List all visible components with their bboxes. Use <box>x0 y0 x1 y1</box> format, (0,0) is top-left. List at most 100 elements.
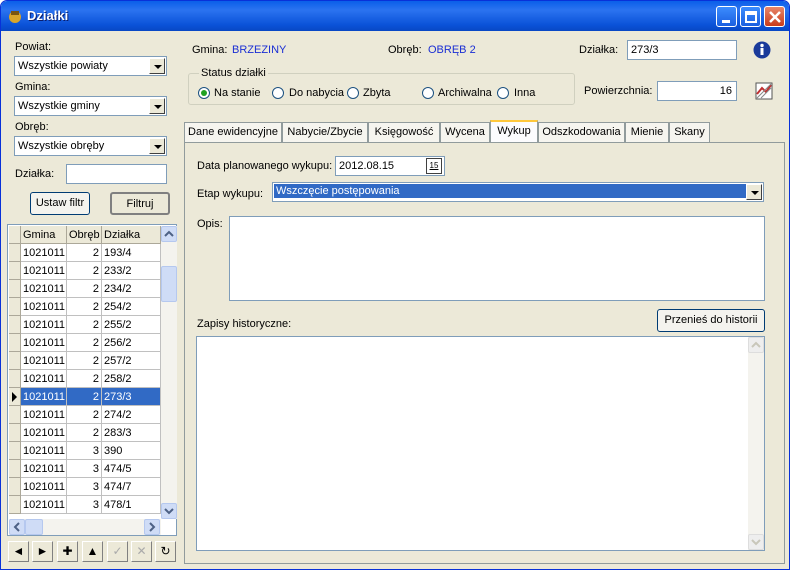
row-header[interactable] <box>9 496 21 514</box>
row-header[interactable] <box>9 424 21 442</box>
cell-dzialka[interactable]: 254/2 <box>102 298 161 316</box>
scroll-right-icon[interactable] <box>144 519 160 535</box>
row-header[interactable] <box>9 262 21 280</box>
table-row[interactable]: 1021011 2 193/4 <box>9 244 161 262</box>
column-header-gmina[interactable]: Gmina <box>21 226 67 244</box>
calendar-icon[interactable]: 15 <box>426 158 442 174</box>
row-header[interactable] <box>9 478 21 496</box>
table-row[interactable]: 1021011 2 256/2 <box>9 334 161 352</box>
cell-obreb[interactable]: 3 <box>67 460 102 478</box>
tab-nabycie-zbycie[interactable]: Nabycie/Zbycie <box>282 122 368 142</box>
cell-dzialka[interactable]: 257/2 <box>102 352 161 370</box>
scroll-down-icon[interactable] <box>748 534 764 550</box>
cell-gmina[interactable]: 1021011 <box>21 406 67 424</box>
scroll-up-icon[interactable] <box>161 226 177 242</box>
cell-obreb[interactable]: 2 <box>67 316 102 334</box>
opis-textarea[interactable] <box>229 216 765 301</box>
first-record-button[interactable]: ◄ <box>8 541 29 562</box>
tab-mienie[interactable]: Mienie <box>625 122 669 142</box>
table-row[interactable]: 1021011 2 233/2 <box>9 262 161 280</box>
cell-gmina[interactable]: 1021011 <box>21 316 67 334</box>
tab-dane-ewidencyjne[interactable]: Dane ewidencyjne <box>184 122 282 142</box>
refresh-button[interactable]: ↻ <box>155 541 176 562</box>
status-radio-zbyta[interactable] <box>347 87 359 99</box>
status-radio-do-nabycia[interactable] <box>272 87 284 99</box>
column-header-dzialka[interactable]: Działka <box>102 226 161 244</box>
cell-gmina[interactable]: 1021011 <box>21 352 67 370</box>
powiat-select[interactable]: Wszystkie powiaty <box>14 56 167 76</box>
vertical-scrollbar[interactable] <box>161 226 177 519</box>
tab-odszkodowania[interactable]: Odszkodowania <box>538 122 625 142</box>
chevron-down-icon[interactable] <box>746 184 762 200</box>
next-record-button[interactable]: ► <box>32 541 53 562</box>
cell-dzialka[interactable]: 234/2 <box>102 280 161 298</box>
status-radio-na-stanie[interactable] <box>198 87 210 99</box>
set-filter-button[interactable]: Ustaw filtr <box>30 192 90 215</box>
row-header[interactable] <box>9 352 21 370</box>
table-row[interactable]: 1021011 3 390 <box>9 442 161 460</box>
table-row[interactable]: 1021011 3 478/1 <box>9 496 161 514</box>
etap-select[interactable]: Wszczęcie postępowania <box>272 182 764 202</box>
cell-obreb[interactable]: 3 <box>67 478 102 496</box>
table-row[interactable]: 1021011 2 254/2 <box>9 298 161 316</box>
maximize-button[interactable] <box>740 6 761 27</box>
title-bar[interactable]: Działki <box>1 1 789 31</box>
row-indicator-icon[interactable] <box>9 388 21 406</box>
scroll-down-icon[interactable] <box>161 503 177 519</box>
cell-dzialka[interactable]: 474/7 <box>102 478 161 496</box>
add-record-button[interactable]: ✚ <box>57 541 78 562</box>
history-textarea[interactable] <box>196 336 765 551</box>
cell-obreb[interactable]: 2 <box>67 406 102 424</box>
cell-dzialka[interactable]: 193/4 <box>102 244 161 262</box>
row-header[interactable] <box>9 316 21 334</box>
table-row[interactable]: 1021011 2 274/2 <box>9 406 161 424</box>
table-row[interactable]: 1021011 3 474/5 <box>9 460 161 478</box>
scroll-left-icon[interactable] <box>9 519 25 535</box>
move-up-button[interactable]: ▲ <box>82 541 103 562</box>
row-header[interactable] <box>9 460 21 478</box>
date-input[interactable]: 2012.08.15 15 <box>335 156 445 176</box>
row-header[interactable] <box>9 244 21 262</box>
scroll-up-icon[interactable] <box>748 337 764 353</box>
cell-gmina[interactable]: 1021011 <box>21 424 67 442</box>
confirm-button[interactable]: ✓ <box>107 541 128 562</box>
obreb-select[interactable]: Wszystkie obręby <box>14 136 167 156</box>
dzialka-filter-input[interactable] <box>66 164 167 184</box>
table-row[interactable]: 1021011 2 234/2 <box>9 280 161 298</box>
chevron-down-icon[interactable] <box>149 98 165 114</box>
cell-obreb[interactable]: 2 <box>67 424 102 442</box>
gmina-select[interactable]: Wszystkie gminy <box>14 96 167 116</box>
cell-gmina[interactable]: 1021011 <box>21 460 67 478</box>
row-header[interactable] <box>9 334 21 352</box>
cell-gmina[interactable]: 1021011 <box>21 496 67 514</box>
status-radio-inna[interactable] <box>497 87 509 99</box>
scroll-thumb[interactable] <box>161 266 177 302</box>
row-header[interactable] <box>9 442 21 460</box>
tab-skany[interactable]: Skany <box>669 122 710 142</box>
row-header[interactable] <box>9 406 21 424</box>
h-scroll-thumb[interactable] <box>25 519 43 535</box>
cell-dzialka[interactable]: 256/2 <box>102 334 161 352</box>
cell-dzialka[interactable]: 255/2 <box>102 316 161 334</box>
history-scrollbar[interactable] <box>748 337 764 550</box>
cell-dzialka[interactable]: 233/2 <box>102 262 161 280</box>
table-row[interactable]: 1021011 2 283/3 <box>9 424 161 442</box>
cell-dzialka[interactable]: 258/2 <box>102 370 161 388</box>
cell-gmina[interactable]: 1021011 <box>21 334 67 352</box>
cell-obreb[interactable]: 3 <box>67 496 102 514</box>
cell-dzialka[interactable]: 273/3 <box>102 388 161 406</box>
cell-gmina[interactable]: 1021011 <box>21 262 67 280</box>
row-header[interactable] <box>9 280 21 298</box>
chevron-down-icon[interactable] <box>149 58 165 74</box>
chevron-down-icon[interactable] <box>149 138 165 154</box>
close-button[interactable] <box>764 6 785 27</box>
cancel-button[interactable]: ✕ <box>131 541 152 562</box>
cell-dzialka[interactable]: 283/3 <box>102 424 161 442</box>
table-row[interactable]: 1021011 3 474/7 <box>9 478 161 496</box>
cell-dzialka[interactable]: 274/2 <box>102 406 161 424</box>
column-header-obreb[interactable]: Obręb <box>67 226 102 244</box>
cell-dzialka[interactable]: 390 <box>102 442 161 460</box>
row-header[interactable] <box>9 298 21 316</box>
cell-obreb[interactable]: 2 <box>67 352 102 370</box>
cell-obreb[interactable]: 2 <box>67 298 102 316</box>
